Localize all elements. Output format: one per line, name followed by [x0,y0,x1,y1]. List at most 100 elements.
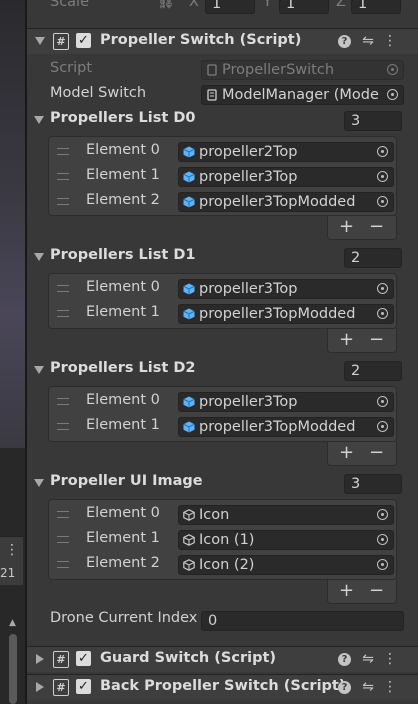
element-value-field[interactable]: propeller3TopModded [178,192,394,212]
scene-view-edge [0,0,25,448]
foldout-expanded-icon[interactable] [34,116,44,124]
component-title: Back Propeller Switch (Script) [100,678,346,694]
object-picker-icon[interactable] [377,171,388,182]
drag-handle-icon[interactable] [57,561,69,568]
list-box-d2: Element 0 propeller3Top Element 1 propel… [48,386,397,442]
add-element-button[interactable]: + [339,216,354,238]
scale-x-input[interactable]: 1 [205,0,255,14]
object-picker-icon[interactable] [377,283,388,294]
element-label: Element 0 [86,279,160,295]
help-icon[interactable]: ? [338,653,351,666]
object-picker-icon[interactable] [377,396,388,407]
presets-icon[interactable]: ⇋ [360,651,376,667]
object-picker-icon[interactable] [377,308,388,319]
element-value-field[interactable]: propeller3TopModded [178,417,394,437]
component-menu-icon[interactable]: ⋮ [382,679,398,695]
scale-z-input[interactable]: 1 [351,0,401,14]
remove-element-button[interactable]: − [369,442,384,464]
object-picker-icon[interactable] [377,146,388,157]
axis-z-label: Z [336,0,346,10]
list-header-ui-image[interactable]: Propeller UI Image 3 [27,471,418,496]
element-value-field[interactable]: Icon (2) [178,555,394,575]
kebab-menu-icon[interactable]: ⋮ [5,543,19,557]
element-label: Element 2 [86,192,160,208]
drag-handle-icon[interactable] [57,148,69,155]
object-picker-icon[interactable] [377,534,388,545]
drag-handle-icon[interactable] [57,310,69,317]
presets-icon[interactable]: ⇋ [360,679,376,695]
list-header-d0[interactable]: Propellers List D0 3 [27,108,418,133]
list-element-row: Element 0 propeller3Top [49,277,396,302]
drag-handle-icon[interactable] [57,198,69,205]
list-element-row: Element 1 propeller3TopModded [49,302,396,327]
list-size-input[interactable]: 2 [344,248,402,268]
scroll-up-arrow-icon[interactable]: ▲ [9,618,16,628]
drag-handle-icon[interactable] [57,285,69,292]
remove-element-button[interactable]: − [369,216,384,238]
drag-handle-icon[interactable] [57,511,69,518]
list-size-input[interactable]: 2 [344,361,402,381]
list-label: Propellers List D0 [50,110,196,126]
foldout-expanded-icon[interactable] [34,479,44,487]
foldout-collapsed-icon[interactable] [36,654,44,664]
drag-handle-icon[interactable] [57,423,69,430]
help-icon[interactable]: ? [338,681,351,694]
list-size-input[interactable]: 3 [344,474,402,494]
left-scrollbar[interactable] [9,634,17,704]
element-value-field[interactable]: propeller3Top [178,167,394,187]
object-picker-icon[interactable] [377,509,388,520]
list-element-row: Element 1 propeller3Top [49,165,396,190]
element-label: Element 1 [86,530,160,546]
element-value-field[interactable]: propeller3Top [178,392,394,412]
add-element-button[interactable]: + [339,442,354,464]
drag-handle-icon[interactable] [57,173,69,180]
foldout-collapsed-icon[interactable] [36,682,44,692]
element-value-field[interactable]: propeller2Top [178,142,394,162]
scale-label: Scale [50,0,90,10]
prefab-cube-icon [183,146,195,158]
element-label: Element 1 [86,167,160,183]
foldout-expanded-icon[interactable] [34,366,44,374]
component-header-back-propeller-switch[interactable]: # ✓ Back Propeller Switch (Script) ? ⇋ ⋮ [27,674,418,700]
object-picker-icon[interactable] [377,421,388,432]
model-switch-field[interactable]: ModelManager (Mode [201,85,404,105]
element-label: Element 2 [86,555,160,571]
list-size-input[interactable]: 3 [344,111,402,131]
element-label: Element 0 [86,505,160,521]
remove-element-button[interactable]: − [369,329,384,351]
foldout-expanded-icon[interactable] [34,253,44,261]
element-value-field[interactable]: Icon [178,505,394,525]
prefab-cube-icon [183,421,195,433]
drone-index-input[interactable]: 0 [201,611,404,631]
transform-scale-row: Scale ⛓ X 1 Y 1 Z 1 [27,0,418,14]
element-value-field[interactable]: propeller3Top [178,279,394,299]
scale-y-input[interactable]: 1 [279,0,329,14]
foldout-expanded-icon[interactable] [35,37,45,45]
component-menu-icon[interactable]: ⋮ [382,651,398,667]
drag-handle-icon[interactable] [57,398,69,405]
list-element-row: Element 1 Icon (1) [49,528,396,553]
element-value-field[interactable]: propeller3TopModded [178,304,394,324]
component-enabled-checkbox[interactable]: ✓ [76,679,91,694]
component-header-propeller-switch[interactable]: # ✓ Propeller Switch (Script) ? ⇋ ⋮ [27,28,418,54]
component-menu-icon[interactable]: ⋮ [382,33,398,49]
object-picker-icon[interactable] [387,89,398,100]
list-header-d2[interactable]: Propellers List D2 2 [27,358,418,383]
object-picker-icon[interactable] [377,559,388,570]
help-icon[interactable]: ? [338,35,351,48]
drag-handle-icon[interactable] [57,536,69,543]
list-header-d1[interactable]: Propellers List D1 2 [27,245,418,270]
add-element-button[interactable]: + [339,580,354,602]
presets-icon[interactable]: ⇋ [360,33,376,49]
script-icon: # [53,33,69,50]
component-enabled-checkbox[interactable]: ✓ [76,33,91,48]
component-header-guard-switch[interactable]: # ✓ Guard Switch (Script) ? ⇋ ⋮ [27,646,418,672]
remove-element-button[interactable]: − [369,580,384,602]
add-element-button[interactable]: + [339,329,354,351]
constrain-proportions-icon[interactable]: ⛓ [157,0,175,10]
component-enabled-checkbox[interactable]: ✓ [76,651,91,666]
gameobject-cube-icon [183,534,195,546]
list-box-d0: Element 0 propeller2Top Element 1 propel… [48,136,397,216]
object-picker-icon[interactable] [377,196,388,207]
element-value-field[interactable]: Icon (1) [178,530,394,550]
